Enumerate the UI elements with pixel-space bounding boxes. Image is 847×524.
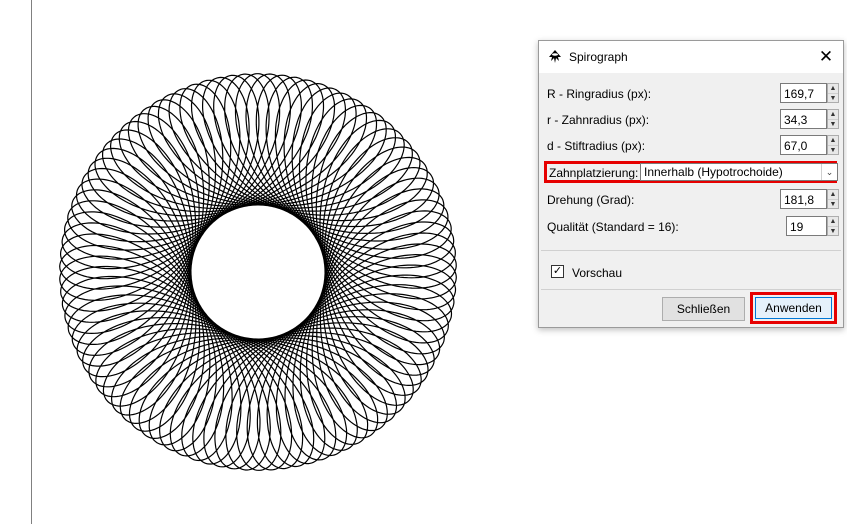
gear-placement-label: Zahnplatzierung: (549, 166, 639, 180)
rotation-row: Drehung (Grad): 181,8 ▲ ▼ (539, 188, 843, 212)
spin-down-icon[interactable]: ▼ (828, 226, 838, 236)
quality-value: 19 (790, 220, 804, 234)
spin-down-icon[interactable]: ▼ (828, 119, 838, 129)
quality-row: Qualität (Standard = 16): 19 ▲ ▼ (539, 215, 843, 239)
ring-radius-label: R - Ringradius (px): (547, 87, 652, 101)
ring-radius-input[interactable]: 169,7 ▲ ▼ (780, 83, 839, 103)
spin-down-icon[interactable]: ▼ (828, 93, 838, 103)
ring-radius-stepper[interactable]: ▲ ▼ (827, 83, 839, 103)
pen-radius-label: d - Stiftradius (px): (547, 139, 646, 153)
rotation-input[interactable]: 181,8 ▲ ▼ (780, 189, 839, 209)
rotation-label: Drehung (Grad): (547, 193, 635, 207)
apply-button[interactable]: Anwenden (755, 297, 832, 319)
quality-input[interactable]: 19 ▲ ▼ (786, 216, 839, 236)
chevron-down-icon[interactable]: ⌄ (821, 164, 837, 180)
gear-radius-value: 34,3 (784, 113, 808, 127)
spin-up-icon[interactable]: ▲ (828, 217, 838, 226)
ring-radius-value: 169,7 (784, 87, 815, 101)
pen-radius-row: d - Stiftradius (px): 67,0 ▲ ▼ (539, 134, 843, 158)
pen-radius-stepper[interactable]: ▲ ▼ (827, 135, 839, 155)
divider (541, 289, 841, 290)
spin-down-icon[interactable]: ▼ (828, 145, 838, 155)
pen-radius-value: 67,0 (784, 139, 808, 153)
spin-up-icon[interactable]: ▲ (828, 110, 838, 119)
spin-up-icon[interactable]: ▲ (828, 136, 838, 145)
spirograph-drawing[interactable] (0, 0, 540, 524)
inkscape-icon (549, 50, 561, 63)
rotation-value: 181,8 (784, 193, 815, 207)
gear-radius-input[interactable]: 34,3 ▲ ▼ (780, 109, 839, 129)
spin-up-icon[interactable]: ▲ (828, 84, 838, 93)
dialog-title: Spirograph (569, 50, 628, 64)
pen-radius-input[interactable]: 67,0 ▲ ▼ (780, 135, 839, 155)
close-button[interactable]: Schließen (662, 297, 745, 321)
spirograph-curve[interactable] (59, 73, 457, 471)
gear-placement-value: Innerhalb (Hypotrochoide) (644, 165, 783, 179)
gear-placement-row: Zahnplatzierung: Innerhalb (Hypotrochoid… (544, 161, 838, 183)
spirograph-dialog: Spirograph ✕ R - Ringradius (px): 169,7 … (538, 40, 844, 328)
ring-radius-row: R - Ringradius (px): 169,7 ▲ ▼ (539, 82, 843, 106)
apply-button-highlight: Anwenden (750, 292, 837, 324)
gear-placement-select[interactable]: Innerhalb (Hypotrochoide) ⌄ (640, 163, 838, 181)
gear-radius-row: r - Zahnradius (px): 34,3 ▲ ▼ (539, 108, 843, 132)
preview-checkbox[interactable]: ✓ (551, 265, 564, 278)
spin-down-icon[interactable]: ▼ (828, 199, 838, 209)
preview-label[interactable]: Vorschau (572, 266, 622, 280)
gear-radius-label: r - Zahnradius (px): (547, 113, 650, 127)
quality-label: Qualität (Standard = 16): (547, 220, 679, 234)
spin-up-icon[interactable]: ▲ (828, 190, 838, 199)
rotation-stepper[interactable]: ▲ ▼ (827, 189, 839, 209)
close-icon[interactable]: ✕ (813, 45, 839, 69)
quality-stepper[interactable]: ▲ ▼ (827, 216, 839, 236)
gear-radius-stepper[interactable]: ▲ ▼ (827, 109, 839, 129)
dialog-titlebar[interactable]: Spirograph ✕ (539, 41, 843, 73)
divider (541, 250, 841, 251)
